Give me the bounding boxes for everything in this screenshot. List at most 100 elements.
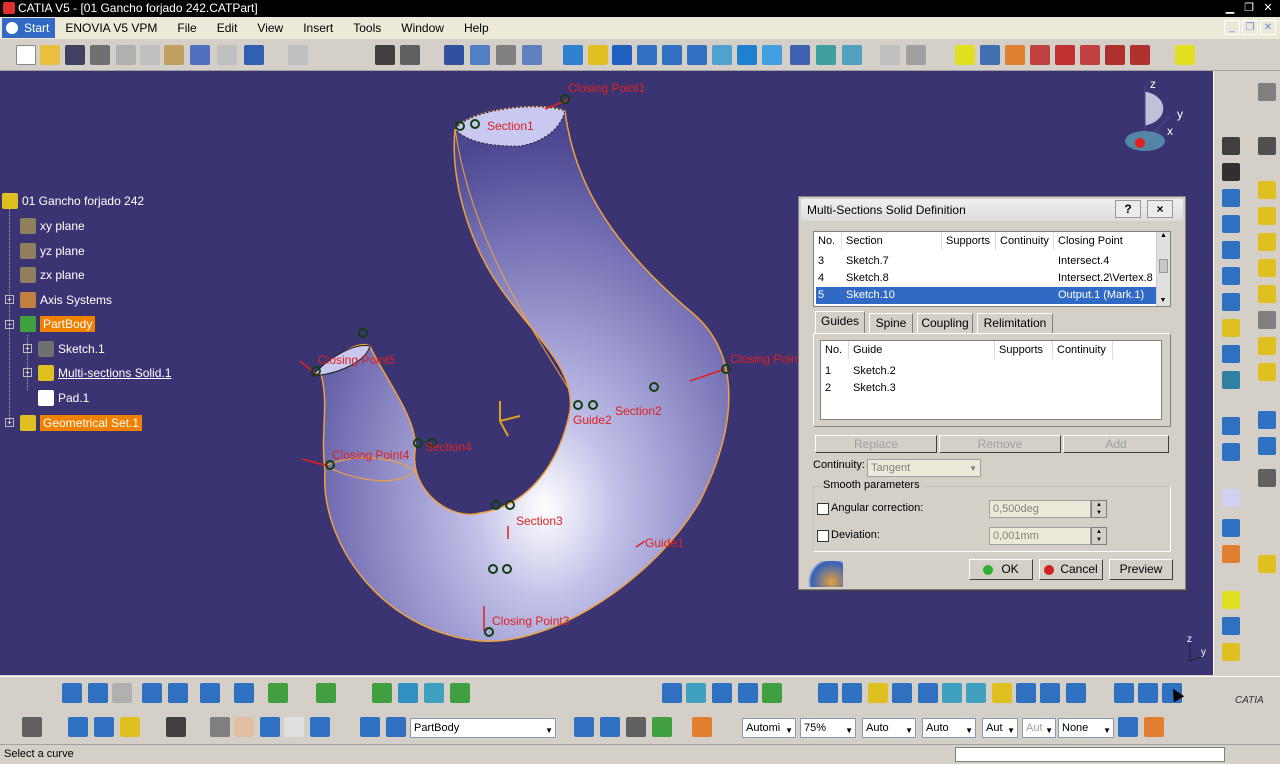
restore-button[interactable]: ❐: [1241, 1, 1257, 15]
undo-icon[interactable]: [190, 45, 210, 65]
copy-icon[interactable]: [140, 45, 160, 65]
zoom-in-icon[interactable]: [662, 45, 682, 65]
section-tool-icon[interactable]: [200, 683, 220, 703]
arc-tool-icon[interactable]: [88, 683, 108, 703]
dialog-help-button[interactable]: ?: [1115, 200, 1141, 218]
boolean-tool-icon[interactable]: [1222, 545, 1240, 563]
rotate-view-icon[interactable]: [210, 717, 230, 737]
tab-relimitation[interactable]: Relimitation: [977, 313, 1053, 334]
curve-tool-icon[interactable]: [1016, 683, 1036, 703]
box-tool-icon[interactable]: [310, 717, 330, 737]
mirror-tool-icon[interactable]: [1222, 417, 1240, 435]
guide-col-continuity[interactable]: Continuity: [1053, 341, 1113, 359]
col-continuity[interactable]: Continuity: [996, 232, 1054, 250]
guides-list[interactable]: No. Guide Supports Continuity 1 Sketch.2…: [820, 340, 1162, 420]
exit-sketch-icon[interactable]: [1258, 137, 1276, 155]
section-row-name[interactable]: Sketch.10: [842, 287, 895, 304]
whats-this-icon[interactable]: [244, 45, 264, 65]
annotation-icon[interactable]: [1222, 519, 1240, 537]
union-trim-icon[interactable]: [652, 717, 672, 737]
add-button[interactable]: Add: [1063, 435, 1169, 453]
color-combo[interactable]: Automi ▼: [742, 718, 796, 738]
layer-tool-icon[interactable]: [386, 717, 406, 737]
menu-enovia[interactable]: ENOVIA V5 VPM: [55, 17, 167, 39]
environment-icon[interactable]: [1130, 45, 1150, 65]
split-tool-icon[interactable]: [1258, 363, 1276, 381]
fly-icon[interactable]: [563, 45, 583, 65]
tree-geometrical-set[interactable]: Geometrical Set.1: [20, 413, 143, 433]
menu-help[interactable]: Help: [454, 17, 499, 39]
label-closing-point2[interactable]: Closing Point2: [730, 352, 807, 366]
label-closing-point4[interactable]: Closing Point4: [332, 448, 409, 462]
spiral-tool-icon[interactable]: [1066, 683, 1086, 703]
doc-close-button[interactable]: ✕: [1260, 20, 1276, 35]
menu-view[interactable]: View: [247, 17, 293, 39]
partbody-combo[interactable]: PartBody ▼: [410, 718, 556, 738]
constraint-box-icon[interactable]: [94, 717, 114, 737]
axis-tool-icon[interactable]: [260, 717, 280, 737]
surface-tool-icon[interactable]: [398, 683, 418, 703]
guide-col-supports[interactable]: Supports: [995, 341, 1053, 359]
label-section3[interactable]: Section3: [516, 514, 563, 528]
thickness-tool-icon[interactable]: [1222, 345, 1240, 363]
offset-tool-icon[interactable]: [966, 683, 986, 703]
section-row-no[interactable]: 3: [814, 253, 824, 270]
tree-pad[interactable]: Pad.1: [38, 388, 89, 408]
col-closing-point[interactable]: Closing Point: [1054, 232, 1158, 250]
normal-view-icon[interactable]: [712, 45, 732, 65]
measure-tool-icon[interactable]: [1222, 617, 1240, 635]
fit-all-icon[interactable]: [588, 45, 608, 65]
positioned-sketch-icon[interactable]: [1222, 163, 1240, 181]
camera-icon[interactable]: [166, 717, 186, 737]
compass-icon[interactable]: [522, 45, 542, 65]
slot-tool-icon[interactable]: [1258, 259, 1276, 277]
draft-tool-icon[interactable]: [1222, 293, 1240, 311]
corner-tool-icon[interactable]: [712, 683, 732, 703]
catalog-icon[interactable]: [470, 45, 490, 65]
guide-row-no[interactable]: 2: [821, 380, 831, 397]
abc-text-icon[interactable]: [1222, 489, 1240, 507]
draft-analysis-icon[interactable]: [1030, 45, 1050, 65]
col-supports[interactable]: Supports: [942, 232, 996, 250]
col-no[interactable]: No.: [814, 232, 842, 250]
constraint-tool-icon[interactable]: [1258, 469, 1276, 487]
formula-icon[interactable]: [375, 45, 395, 65]
user-pattern-icon[interactable]: [1258, 437, 1276, 455]
layout-tool-icon[interactable]: [1138, 683, 1158, 703]
snap-icon[interactable]: [980, 45, 1000, 65]
settings-icon[interactable]: [1258, 83, 1276, 101]
circle-3d-tool-icon[interactable]: [892, 683, 912, 703]
sketch-tool-icon[interactable]: [1222, 137, 1240, 155]
knowledge-icon[interactable]: [400, 45, 420, 65]
expand-geometrical-set[interactable]: +: [5, 418, 14, 427]
line-tool-icon[interactable]: [62, 683, 82, 703]
thread-tool-icon[interactable]: [1258, 311, 1276, 329]
expand-multi-sections[interactable]: +: [23, 368, 32, 377]
extrude-tool-icon[interactable]: [918, 683, 938, 703]
label-section1[interactable]: Section1: [487, 119, 534, 133]
sections-list[interactable]: No. Section Supports Continuity Closing …: [813, 231, 1171, 307]
scroll-up-icon[interactable]: ▲: [1157, 232, 1170, 239]
label-closing-point1[interactable]: Closing Point1: [568, 81, 645, 95]
guide-row-name[interactable]: Sketch.2: [849, 363, 896, 380]
properties-icon[interactable]: [1118, 717, 1138, 737]
blend-tool-icon[interactable]: [424, 683, 444, 703]
snap-grid-icon[interactable]: [268, 683, 288, 703]
label-section2[interactable]: Section2: [615, 404, 662, 418]
close-window-button[interactable]: ✕: [1260, 1, 1276, 15]
label-section4[interactable]: Section4: [425, 440, 472, 454]
angular-correction-checkbox[interactable]: [817, 503, 829, 515]
open-icon[interactable]: [40, 45, 60, 65]
point-type-combo[interactable]: Aut ▼: [982, 718, 1018, 738]
grid-numbers-icon[interactable]: [284, 717, 304, 737]
tab-coupling[interactable]: Coupling: [917, 313, 973, 334]
point-tool-icon[interactable]: [818, 683, 838, 703]
angular-correction-field[interactable]: 0,500deg: [989, 500, 1091, 518]
apply-material-icon[interactable]: [1005, 45, 1025, 65]
pan-icon[interactable]: [612, 45, 632, 65]
menu-insert[interactable]: Insert: [293, 17, 343, 39]
format-painter-icon[interactable]: [1144, 717, 1164, 737]
revolve-tool-icon[interactable]: [942, 683, 962, 703]
shading-icon[interactable]: [790, 45, 810, 65]
tree-zx-plane[interactable]: zx plane: [20, 265, 85, 285]
